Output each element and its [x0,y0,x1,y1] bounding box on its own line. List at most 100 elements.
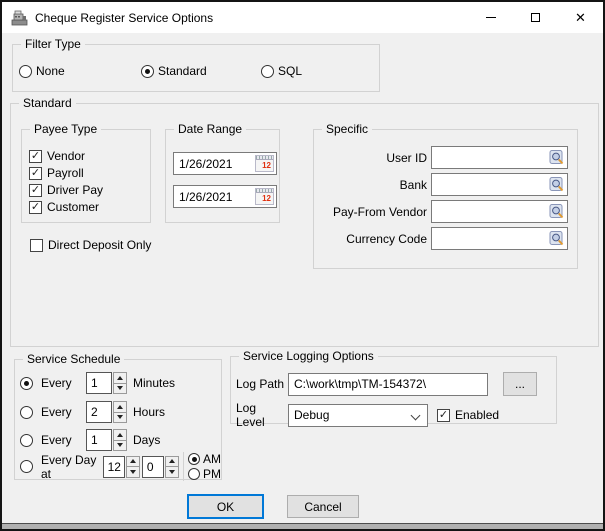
checkbox-direct-deposit-only[interactable]: Direct Deposit Only [30,238,151,252]
pay-from-vendor-label: Pay-From Vendor [314,205,427,219]
log-level-label: Log Level [236,401,288,429]
radio-every-minutes[interactable] [20,377,33,390]
service-logging-group: Service Logging Options Log Path ... Log… [230,356,557,424]
am-label: AM [203,452,221,466]
date-from-input[interactable]: 1/26/2021 12 [173,152,277,175]
radio-icon [19,65,32,78]
ok-button[interactable]: OK [187,494,264,519]
every-days-label: Every [41,433,77,447]
radio-pm[interactable]: PM [188,467,221,481]
lookup-icon[interactable] [549,177,565,192]
direct-deposit-only-label: Direct Deposit Only [48,238,151,252]
filter-radio-sql-label: SQL [278,64,302,78]
minimize-button[interactable] [468,2,513,33]
date-from-value: 1/26/2021 [179,157,232,171]
service-schedule-group: Service Schedule Every 1 Minutes Every 2… [14,359,222,480]
checkbox-icon: ✓ [29,201,42,214]
standard-group-label: Standard [19,96,76,110]
pm-label: PM [203,467,221,481]
stepper-up-icon[interactable] [113,372,127,384]
bank-field[interactable] [431,173,568,196]
lookup-icon[interactable] [549,150,565,165]
stepper-up-icon[interactable] [165,456,179,468]
schedule-row-daily: Every Day at 12 0 AM PM [20,452,221,481]
close-icon: ✕ [575,11,586,24]
user-id-field[interactable] [431,146,568,169]
stepper-up-icon[interactable] [113,401,127,413]
bank-row: Bank [314,173,577,196]
stepper-down-icon[interactable] [113,441,127,452]
browse-button[interactable]: ... [503,372,537,396]
hours-interval-input[interactable]: 2 [86,401,112,423]
log-path-row: Log Path ... [236,372,537,396]
user-id-label: User ID [314,151,427,165]
date-to-input[interactable]: 1/26/2021 12 [173,185,277,208]
window-bottom-edge [2,523,603,529]
currency-code-field[interactable] [431,227,568,250]
radio-am[interactable]: AM [188,452,221,466]
stepper-down-icon[interactable] [165,467,179,478]
checkbox-vendor[interactable]: ✓ Vendor [29,149,85,163]
maximize-button[interactable] [513,2,558,33]
stepper-down-icon[interactable] [126,467,140,478]
close-button[interactable]: ✕ [558,2,603,33]
checkbox-enabled[interactable]: ✓ Enabled [437,408,499,422]
stepper-down-icon[interactable] [113,384,127,395]
minute-stepper [165,456,179,478]
stepper-up-icon[interactable] [126,456,140,468]
filter-radio-standard[interactable]: Standard [141,64,207,78]
dialog-cheque-register-service-options: Cheque Register Service Options ✕ Filter… [0,0,605,531]
every-hours-label: Every [41,405,77,419]
radio-every-days[interactable] [20,434,33,447]
pay-from-vendor-field[interactable] [431,200,568,223]
filter-type-group: Filter Type None Standard SQL [12,44,380,92]
days-stepper [113,429,127,451]
hour-input[interactable]: 12 [103,456,125,478]
radio-icon [188,468,200,480]
filter-radio-none-label: None [36,64,65,78]
checkbox-payroll-label: Payroll [47,166,84,180]
minutes-interval-input[interactable]: 1 [86,372,112,394]
minutes-unit-label: Minutes [133,376,175,390]
checkbox-icon: ✓ [29,184,42,197]
cancel-button[interactable]: Cancel [287,495,359,518]
stepper-down-icon[interactable] [113,413,127,424]
standard-group: Standard Payee Type ✓ Vendor ✓ Payroll ✓… [10,103,599,347]
log-level-value: Debug [294,408,329,422]
checkbox-icon [30,239,43,252]
log-path-input[interactable] [288,373,488,396]
date-range-group-label: Date Range [174,122,246,136]
filter-radio-sql[interactable]: SQL [261,64,302,78]
log-level-select[interactable]: Debug [288,404,428,427]
hour-stepper [126,456,140,478]
schedule-row-days: Every 1 Days [20,429,160,451]
checkbox-driver-pay[interactable]: ✓ Driver Pay [29,183,103,197]
user-id-row: User ID [314,146,577,169]
stepper-up-icon[interactable] [113,429,127,441]
hours-unit-label: Hours [133,405,165,419]
calendar-icon[interactable]: 12 [255,188,274,205]
caption-buttons: ✕ [468,2,603,33]
lookup-icon[interactable] [549,231,565,246]
days-interval-input[interactable]: 1 [86,429,112,451]
radio-every-day-at[interactable] [20,460,33,473]
minute-input[interactable]: 0 [142,456,164,478]
service-schedule-group-label: Service Schedule [23,352,124,366]
checkbox-icon: ✓ [437,409,450,422]
checkbox-customer-label: Customer [47,200,99,214]
radio-every-hours[interactable] [20,406,33,419]
service-logging-group-label: Service Logging Options [239,349,378,363]
checkbox-customer[interactable]: ✓ Customer [29,200,99,214]
calendar-icon[interactable]: 12 [255,155,274,172]
every-minutes-label: Every [41,376,77,390]
window-title: Cheque Register Service Options [35,11,213,25]
log-level-row: Log Level Debug ✓ Enabled [236,401,499,429]
cash-register-icon [11,10,28,26]
pay-from-vendor-row: Pay-From Vendor [314,200,577,223]
filter-radio-none[interactable]: None [19,64,65,78]
checkbox-payroll[interactable]: ✓ Payroll [29,166,84,180]
lookup-icon[interactable] [549,204,565,219]
chevron-down-icon [411,410,421,420]
log-path-label: Log Path [236,377,288,391]
days-unit-label: Days [133,433,160,447]
